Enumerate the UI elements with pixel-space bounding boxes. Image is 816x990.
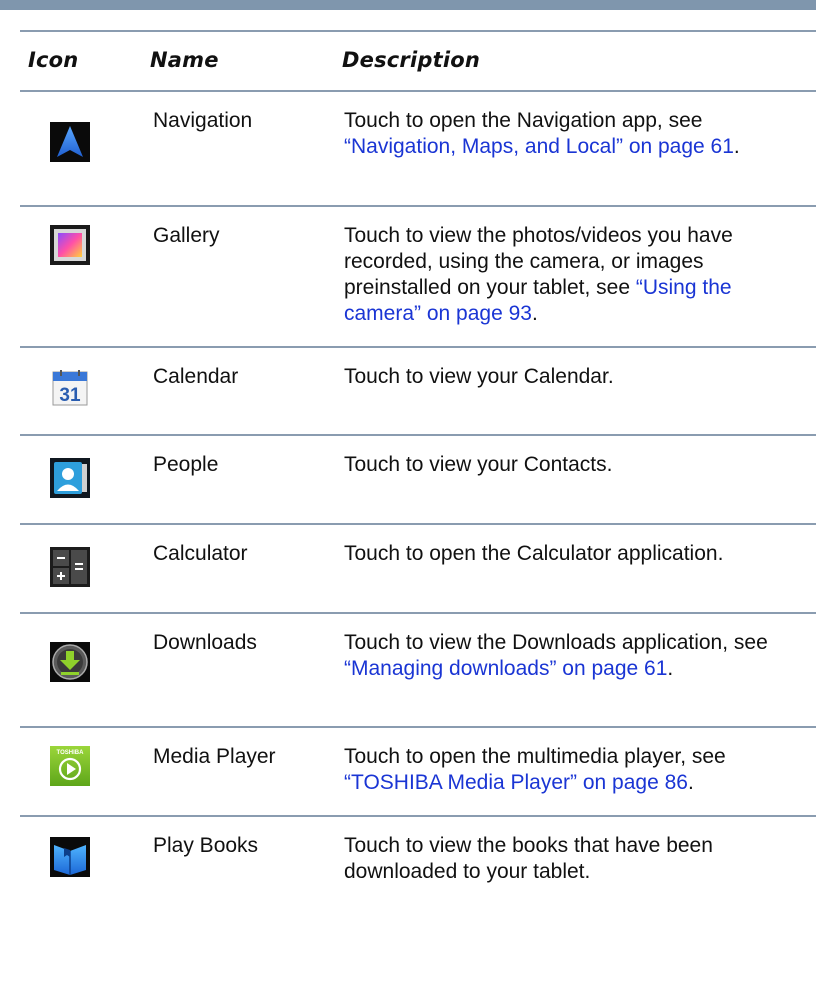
row-description: Touch to open the Calculator application… xyxy=(344,542,724,565)
cross-reference-link[interactable]: “Managing downloads” on page 61 xyxy=(344,657,667,680)
row-name: Gallery xyxy=(153,224,220,247)
row-name: Calendar xyxy=(153,365,239,388)
media-player-icon: TOSHIBA xyxy=(50,746,90,786)
desc-text: Touch to open the multimedia player, see xyxy=(344,745,726,768)
row-name: People xyxy=(153,453,219,476)
cross-reference-link[interactable]: “Navigation, Maps, and Local” on page 61 xyxy=(344,135,734,158)
row-name: Play Books xyxy=(153,834,259,857)
downloads-icon xyxy=(50,642,90,682)
svg-text:TOSHIBA: TOSHIBA xyxy=(57,750,85,756)
table-row: Downloads Touch to view the Downloads ap… xyxy=(20,614,816,726)
icon-table: Icon Name Description Navigation Touch t… xyxy=(20,30,816,907)
row-description: Touch to open the multimedia player, see… xyxy=(344,744,806,796)
row-description: Touch to view the books that have been d… xyxy=(344,834,713,883)
table-row: Gallery Touch to view the photos/videos … xyxy=(20,207,816,346)
table-row: Play Books Touch to view the books that … xyxy=(20,817,816,907)
row-description: Touch to view the photos/videos you have… xyxy=(344,223,806,327)
row-description: Touch to view the Downloads application,… xyxy=(344,630,806,682)
calendar-icon: 31 xyxy=(50,368,90,408)
row-description: Touch to open the Navigation app, see “N… xyxy=(344,108,806,160)
desc-tail: . xyxy=(733,135,740,158)
table-header: Icon Name Description xyxy=(20,32,816,90)
desc-tail: . xyxy=(667,657,674,680)
row-name: Media Player xyxy=(153,745,276,768)
table-row: TOSHIBA Media Player Touch to open the m… xyxy=(20,728,816,815)
row-description: Touch to view your Contacts. xyxy=(344,453,613,476)
row-description: Touch to view your Calendar. xyxy=(344,365,614,388)
table-row: Navigation Touch to open the Navigation … xyxy=(20,92,816,205)
desc-tail: . xyxy=(531,302,538,325)
svg-text:31: 31 xyxy=(59,385,81,406)
table-row: Calculator Touch to open the Calculator … xyxy=(20,525,816,612)
row-name: Navigation xyxy=(153,109,253,132)
navigation-icon xyxy=(50,122,90,162)
header-description: Description xyxy=(342,48,481,72)
desc-text: Touch to open the Navigation app, see xyxy=(344,109,703,132)
play-books-icon xyxy=(50,837,90,877)
calculator-icon xyxy=(50,547,90,587)
desc-tail: . xyxy=(687,771,694,794)
desc-text: Touch to view the Downloads application,… xyxy=(344,631,768,654)
table-row: People Touch to view your Contacts. xyxy=(20,436,816,523)
row-name: Downloads xyxy=(153,631,257,654)
header-icon: Icon xyxy=(28,48,79,72)
row-name: Calculator xyxy=(153,542,248,565)
people-icon xyxy=(50,458,90,498)
gallery-icon xyxy=(50,225,90,265)
header-name: Name xyxy=(150,48,219,72)
top-rule xyxy=(0,0,816,10)
cross-reference-link[interactable]: “TOSHIBA Media Player” on page 86 xyxy=(344,771,688,794)
table-row: 31 Calendar Touch to view your Calendar. xyxy=(20,348,816,434)
